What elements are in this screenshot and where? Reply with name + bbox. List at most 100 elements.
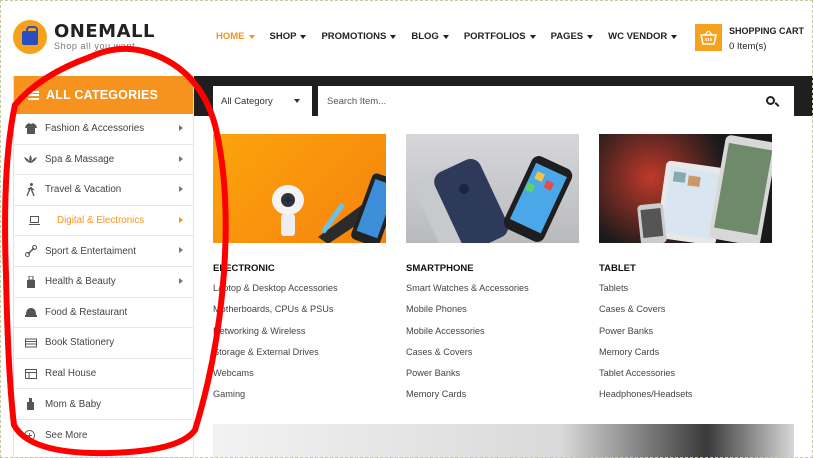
electronics-banner-image[interactable] [213, 134, 386, 243]
see-more-button[interactable]: See More [14, 420, 193, 452]
sidebar-item-label: Real House [45, 368, 97, 380]
laptop-icon [28, 214, 41, 227]
cap-icon [24, 306, 37, 319]
mega-link[interactable]: Smart Watches & Accessories [406, 281, 579, 302]
nav-item-blog[interactable]: BLOG [411, 31, 449, 42]
mega-link[interactable]: Memory Cards [406, 387, 579, 408]
chevron-down-icon [671, 34, 678, 39]
nav-item-shop[interactable]: SHOP [270, 31, 307, 42]
sidebar-item-health[interactable]: Health & Beauty [14, 267, 193, 298]
mega-link[interactable]: Cases & Covers [599, 302, 772, 323]
chevron-down-icon [390, 34, 397, 39]
chevron-right-icon [179, 186, 183, 193]
chevron-down-icon [248, 34, 255, 39]
mega-link[interactable]: Memory Cards [599, 345, 772, 366]
lotus-icon [24, 153, 37, 166]
mega-column-title[interactable]: TABLET [599, 263, 772, 274]
bottle-icon [24, 275, 37, 288]
category-select-value: All Category [221, 95, 273, 107]
nav-item-portfolios[interactable]: PORTFOLIOS [464, 31, 536, 42]
mega-link[interactable]: Webcams [213, 366, 386, 387]
chevron-right-icon [179, 125, 183, 131]
mega-link[interactable]: Mobile Phones [406, 302, 579, 323]
mega-column-title[interactable]: ELECTRONIC [213, 263, 386, 274]
smartphone-banner-image[interactable] [406, 134, 579, 243]
category-sidebar: ALL CATEGORIES Fashion & Accessories Spa… [13, 76, 194, 458]
nav-item-wc-vendor[interactable]: WC VENDOR [608, 31, 678, 42]
sidebar-item-travel[interactable]: Travel & Vacation [14, 175, 193, 206]
chevron-right-icon [179, 277, 183, 284]
mega-column-electronic: ELECTRONIC Laptop & Desktop Accessories … [213, 134, 386, 409]
mega-column-title[interactable]: SMARTPHONE [406, 263, 579, 274]
mega-link[interactable]: Power Banks [406, 366, 579, 387]
cart-title: SHOPPING CART [729, 26, 805, 36]
all-categories-header[interactable]: ALL CATEGORIES [14, 76, 193, 114]
plus-circle-icon [24, 430, 35, 442]
sidebar-item-label: Fashion & Accessories [45, 123, 145, 135]
chevron-down-icon [587, 34, 594, 39]
mega-link[interactable]: Tablet Accessories [599, 366, 772, 387]
nav-item-home[interactable]: HOME [216, 31, 255, 42]
mega-link[interactable]: Networking & Wireless [213, 324, 386, 345]
logo[interactable]: ONEMALL Shop all you want [13, 20, 155, 54]
sidebar-item-label: Food & Restaurant [45, 306, 128, 318]
mega-link[interactable]: Cases & Covers [406, 345, 579, 366]
see-more-label: See More [45, 430, 88, 442]
basket-icon [695, 24, 722, 51]
sidebar-item-label: Mom & Baby [45, 398, 102, 410]
shopping-bag-icon [13, 20, 47, 54]
search-input[interactable] [327, 95, 747, 107]
sidebar-item-book[interactable]: Book Stationery [14, 328, 193, 359]
mega-link[interactable]: Motherboards, CPUs & PSUs [213, 302, 386, 323]
search-box [318, 86, 794, 116]
dumbbell-icon [24, 245, 37, 258]
list-icon [28, 90, 39, 100]
chevron-down-icon [294, 99, 300, 103]
brand-tagline: Shop all you want [54, 41, 136, 51]
category-select[interactable]: All Category [213, 86, 312, 116]
sidebar-item-real-house[interactable]: Real House [14, 359, 193, 390]
tablet-banner-image[interactable] [599, 134, 772, 243]
sidebar-item-label: Health & Beauty [45, 276, 116, 288]
sidebar-item-food[interactable]: Food & Restaurant [14, 298, 193, 329]
nav-item-promotions[interactable]: PROMOTIONS [321, 31, 397, 42]
nav-item-pages[interactable]: PAGES [551, 31, 594, 42]
search-icon[interactable] [766, 96, 775, 105]
mega-link[interactable]: Power Banks [599, 324, 772, 345]
mega-link[interactable]: Storage & External Drives [213, 345, 386, 366]
walking-person-icon [24, 183, 37, 197]
cart-count: 0 Item(s) [729, 41, 767, 52]
all-categories-title: ALL CATEGORIES [46, 88, 159, 102]
chevron-right-icon [179, 155, 183, 162]
mega-link[interactable]: Headphones/Headsets [599, 387, 772, 408]
mega-link[interactable]: Tablets [599, 281, 772, 302]
site-header: ONEMALL Shop all you want HOME SHOP PROM… [0, 0, 813, 76]
sidebar-item-label: Spa & Massage [45, 153, 115, 165]
hero-banner-image[interactable] [213, 424, 794, 458]
chevron-down-icon [442, 34, 449, 39]
mega-link[interactable]: Gaming [213, 387, 386, 408]
chevron-right-icon [179, 216, 183, 223]
sidebar-item-fashion[interactable]: Fashion & Accessories [14, 114, 193, 145]
house-icon [24, 367, 37, 380]
shirt-icon [24, 122, 37, 135]
mega-link[interactable]: Mobile Accessories [406, 324, 579, 345]
mega-link[interactable]: Laptop & Desktop Accessories [213, 281, 386, 302]
book-icon [24, 336, 37, 349]
chevron-down-icon [529, 34, 536, 39]
mega-column-smartphone: SMARTPHONE Smart Watches & Accessories M… [406, 134, 579, 409]
shopping-cart[interactable]: SHOPPING CART 0 Item(s) [695, 24, 804, 52]
mega-menu: ELECTRONIC Laptop & Desktop Accessories … [194, 116, 793, 424]
chevron-down-icon [300, 34, 307, 39]
sidebar-item-mom-baby[interactable]: Mom & Baby [14, 389, 193, 420]
sidebar-item-digital[interactable]: Digital & Electronics [14, 206, 193, 237]
sidebar-item-spa[interactable]: Spa & Massage [14, 145, 193, 176]
brand-name: ONEMALL [54, 21, 155, 42]
baby-bottle-icon [24, 398, 37, 411]
main-nav: HOME SHOP PROMOTIONS BLOG PORTFOLIOS PAG… [216, 31, 692, 42]
sidebar-item-sport[interactable]: Sport & Entertaiment [14, 236, 193, 267]
mega-column-tablet: TABLET Tablets Cases & Covers Power Bank… [599, 134, 772, 409]
sidebar-item-label: Sport & Entertaiment [45, 245, 136, 257]
chevron-right-icon [179, 247, 183, 254]
sidebar-item-label: Digital & Electronics [57, 215, 145, 227]
